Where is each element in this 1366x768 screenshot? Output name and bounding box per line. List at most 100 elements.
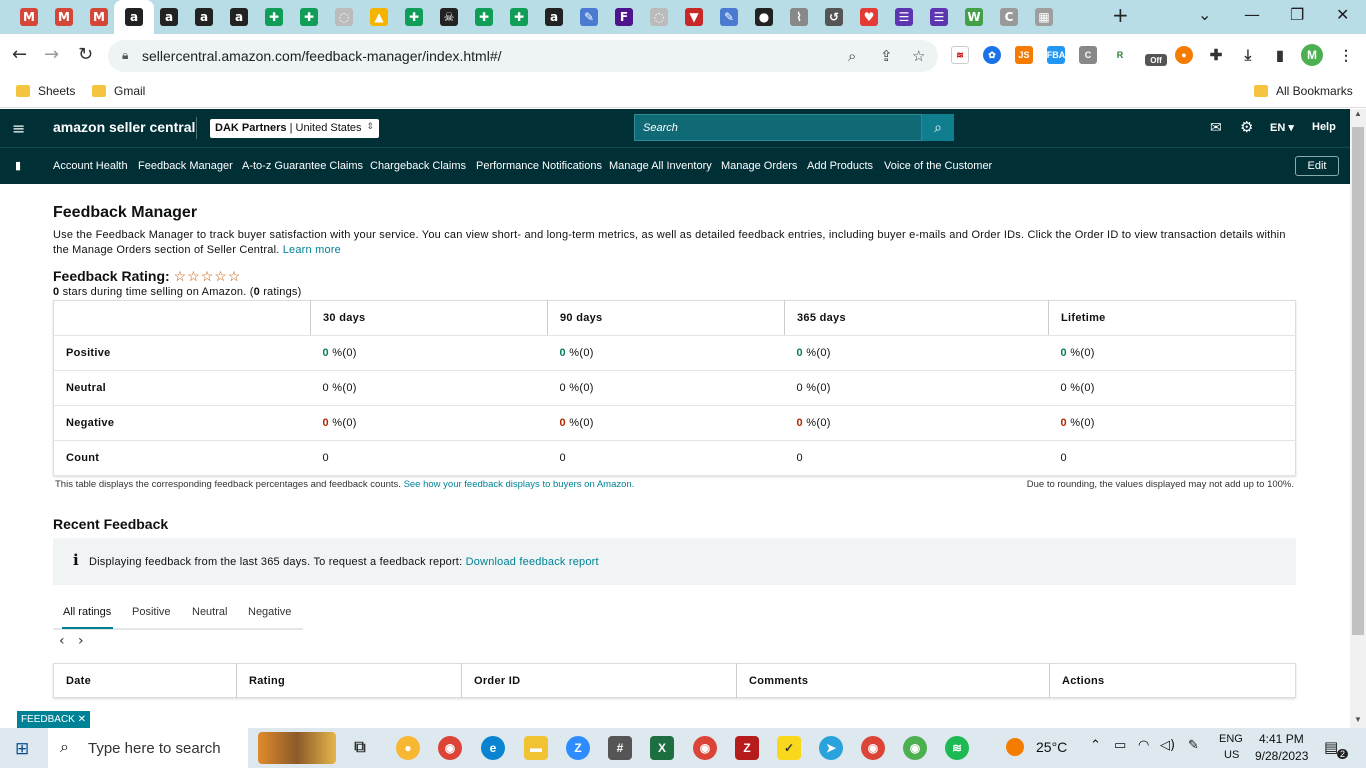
nav-chargeback-claims[interactable]: Chargeback Claims xyxy=(370,160,466,172)
search-input[interactable]: Search xyxy=(634,114,922,141)
telegram-icon[interactable]: ➤ xyxy=(819,736,843,760)
new-tab-button[interactable]: + xyxy=(1112,3,1129,27)
language-bottom[interactable]: US xyxy=(1224,749,1239,761)
scrollbar-thumb[interactable] xyxy=(1352,127,1364,635)
language-top[interactable]: ENG xyxy=(1219,733,1243,745)
browser-tab[interactable]: W xyxy=(963,6,985,28)
browser-tab[interactable]: M xyxy=(53,6,75,28)
mail-icon[interactable]: ✉ xyxy=(1210,119,1222,136)
pen-icon[interactable]: ✎ xyxy=(1188,738,1199,753)
battery-icon[interactable]: ▭ xyxy=(1114,738,1126,753)
windows-start-icon[interactable]: ⊞ xyxy=(15,739,29,759)
tab-search-chevron-icon[interactable]: ⌄ xyxy=(1198,5,1211,24)
tab-negative[interactable]: Negative xyxy=(248,606,291,618)
browser-tab[interactable]: ✚ xyxy=(263,6,285,28)
language-selector[interactable]: EN ▾ xyxy=(1270,121,1294,134)
extension-icon[interactable]: ≋ xyxy=(951,46,969,64)
column-rating[interactable]: Rating xyxy=(236,663,462,698)
nav-manage-all-inventory[interactable]: Manage All Inventory xyxy=(609,160,712,172)
browser-tab[interactable]: a xyxy=(158,6,180,28)
taskbar-search-input[interactable]: ⌕ Type here to search xyxy=(48,728,248,768)
chevron-left-icon[interactable]: ‹ xyxy=(59,633,65,649)
browser-tab[interactable]: a xyxy=(228,6,250,28)
browser-tab[interactable]: ◌ xyxy=(648,6,670,28)
omnibox[interactable]: 🔒︎ sellercentral.amazon.com/feedback-man… xyxy=(108,40,938,72)
nav-a-to-z-claims[interactable]: A-to-z Guarantee Claims xyxy=(242,160,363,172)
page-scrollbar[interactable]: ▲ ▼ xyxy=(1350,109,1366,728)
edge-icon[interactable]: e xyxy=(481,736,505,760)
browser-tab[interactable]: ☰ xyxy=(893,6,915,28)
chevron-right-icon[interactable]: › xyxy=(78,633,84,649)
search-button[interactable]: ⌕ xyxy=(922,114,954,141)
browser-tab[interactable]: ✚ xyxy=(403,6,425,28)
scroll-down-icon[interactable]: ▼ xyxy=(1354,715,1362,724)
bookmark-nav-icon[interactable]: ▮ xyxy=(15,159,21,172)
tab-neutral[interactable]: Neutral xyxy=(192,606,227,618)
hamburger-menu-icon[interactable]: ≡ xyxy=(12,119,25,138)
account-switcher[interactable]: DAK Partners | United States ⇕ xyxy=(210,119,379,138)
tray-chevron-icon[interactable]: ⌃ xyxy=(1090,738,1101,753)
browser-tab[interactable]: ☰ xyxy=(928,6,950,28)
column-date[interactable]: Date xyxy=(54,664,237,698)
browser-tab[interactable]: a xyxy=(114,0,154,34)
chrome-icon[interactable]: ◉ xyxy=(903,736,927,760)
browser-tab[interactable]: C xyxy=(998,6,1020,28)
chrome-icon[interactable]: ◉ xyxy=(861,736,885,760)
url-text[interactable]: sellercentral.amazon.com/feedback-manage… xyxy=(142,48,502,64)
temperature[interactable]: 25°C xyxy=(1036,739,1067,755)
clock-time[interactable]: 4:41 PM xyxy=(1259,732,1304,746)
column-comments[interactable]: Comments xyxy=(736,663,1050,698)
calculator-icon[interactable]: # xyxy=(608,736,632,760)
tab-all-ratings[interactable]: All ratings xyxy=(63,606,111,618)
browser-tab[interactable]: M xyxy=(18,6,40,28)
browser-tab[interactable]: ◌ xyxy=(333,6,355,28)
learn-more-link[interactable]: Learn more xyxy=(283,244,341,256)
side-panel-icon[interactable]: ▮ xyxy=(1271,46,1289,64)
nav-voice-of-customer[interactable]: Voice of the Customer xyxy=(884,160,992,172)
browser-tab[interactable]: ☠ xyxy=(438,6,460,28)
browser-tab[interactable]: F xyxy=(613,6,635,28)
browser-tab[interactable]: ● xyxy=(753,6,775,28)
download-report-link[interactable]: Download feedback report xyxy=(466,556,599,568)
browser-tab[interactable]: ✚ xyxy=(298,6,320,28)
browser-tab[interactable]: ✚ xyxy=(473,6,495,28)
excel-icon[interactable]: X xyxy=(650,736,674,760)
file-explorer-icon[interactable]: ▬ xyxy=(524,736,548,760)
weather-icon[interactable] xyxy=(1006,738,1024,756)
restore-button[interactable]: ❐ xyxy=(1290,5,1304,24)
browser-tab[interactable]: ↺ xyxy=(823,6,845,28)
chrome-menu-icon[interactable]: ⋮ xyxy=(1337,46,1355,64)
extension-icon[interactable]: ✿ xyxy=(983,46,1001,64)
tab-positive[interactable]: Positive xyxy=(132,606,171,618)
filezilla-icon[interactable]: Z xyxy=(735,736,759,760)
back-button[interactable]: ← xyxy=(12,44,27,65)
browser-tab[interactable]: ✎ xyxy=(578,6,600,28)
bookmark-sheets[interactable]: Sheets xyxy=(16,84,75,98)
browser-tab[interactable]: a xyxy=(193,6,215,28)
close-icon[interactable]: ✕ xyxy=(78,714,86,725)
all-bookmarks[interactable]: All Bookmarks xyxy=(1254,84,1353,98)
browser-tab[interactable]: ✚ xyxy=(508,6,530,28)
help-link[interactable]: Help xyxy=(1312,121,1336,133)
reload-button[interactable]: ↻ xyxy=(78,44,93,65)
app-icon[interactable]: ● xyxy=(396,736,420,760)
js-extension-icon[interactable]: JS xyxy=(1015,46,1033,64)
share-icon[interactable]: ⇪ xyxy=(880,47,893,65)
browser-tab[interactable]: ⌇ xyxy=(788,6,810,28)
extension-badge[interactable]: Off xyxy=(1145,54,1167,66)
spotify-icon[interactable]: ≋ xyxy=(945,736,969,760)
chrome-icon[interactable]: ◉ xyxy=(438,736,462,760)
buyer-display-link[interactable]: See how your feedback displays to buyers… xyxy=(404,479,635,490)
edit-nav-button[interactable]: Edit xyxy=(1295,156,1339,176)
nav-feedback-manager[interactable]: Feedback Manager xyxy=(138,160,233,172)
download-icon[interactable]: ⤓ xyxy=(1239,46,1257,64)
wifi-icon[interactable]: ◠ xyxy=(1138,738,1149,753)
bookmark-star-icon[interactable]: ☆ xyxy=(912,47,925,65)
extension-icon[interactable]: R xyxy=(1111,46,1129,64)
profile-avatar[interactable]: M xyxy=(1301,44,1323,66)
extension-icon[interactable]: ● xyxy=(1175,46,1193,64)
scroll-up-icon[interactable]: ▲ xyxy=(1354,109,1362,118)
zoom-app-icon[interactable]: Z xyxy=(566,736,590,760)
browser-tab[interactable]: M xyxy=(88,6,110,28)
minimize-button[interactable]: — xyxy=(1244,5,1260,24)
